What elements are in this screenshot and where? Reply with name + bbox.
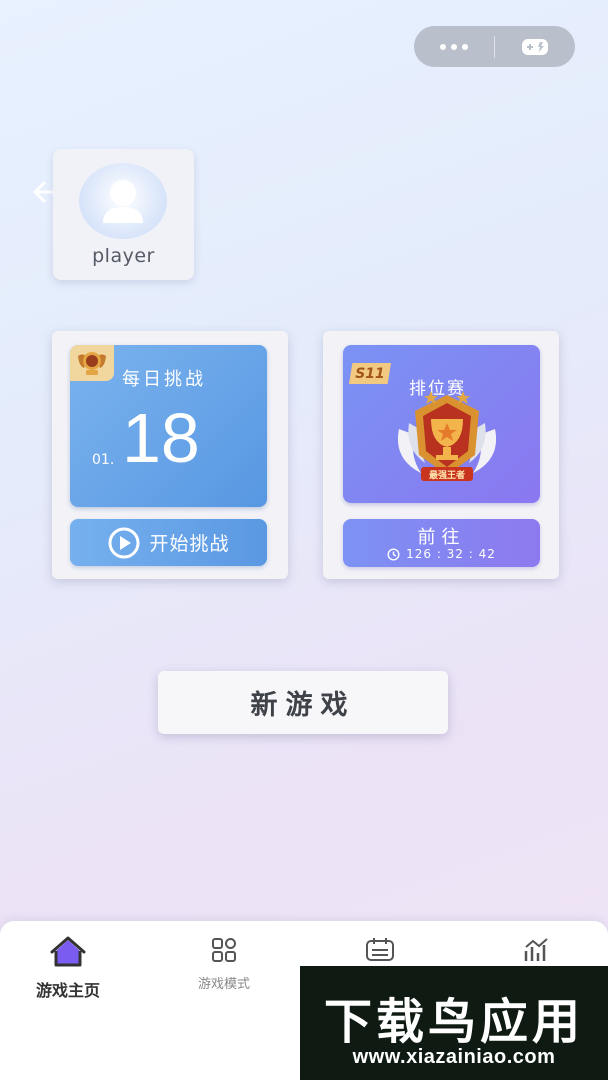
nav-home-label: 游戏主页 — [35, 981, 100, 1000]
watermark-brand: 下载鸟应用 — [323, 994, 584, 1050]
nav-item-modes[interactable]: 游戏模式 — [176, 935, 272, 992]
daily-month: 01. — [92, 452, 115, 468]
chart-icon — [524, 938, 548, 961]
mini-program-capsule — [414, 26, 575, 67]
more-dots-icon — [440, 43, 468, 50]
gamepad-icon — [522, 38, 548, 55]
medal-badge — [70, 345, 114, 381]
watermark: 下载鸟应用 www.xiazainiao.com — [300, 966, 608, 1080]
more-button[interactable] — [414, 26, 494, 67]
nav-modes-label: 游戏模式 — [197, 977, 250, 992]
profile-card[interactable]: player — [53, 149, 194, 280]
daily-challenge-card: 每日挑战 01. 18 开始挑战 — [52, 331, 288, 579]
medal-icon — [78, 352, 106, 375]
ranked-panel[interactable]: S11 排位赛 最强王者 — [343, 345, 540, 503]
go-button[interactable]: 前往 126 : 32 : 42 — [343, 519, 540, 567]
countdown-text: 126 : 32 : 42 — [406, 547, 496, 561]
grid-icon — [212, 938, 236, 962]
start-challenge-label: 开始挑战 — [149, 533, 230, 555]
calendar-icon — [366, 938, 394, 961]
nav-item-home[interactable]: 游戏主页 — [20, 935, 116, 1001]
daily-challenge-panel[interactable]: 每日挑战 01. 18 — [70, 345, 267, 507]
go-label: 前往 — [417, 527, 466, 548]
trophy-icon: 最强王者 — [397, 391, 497, 481]
game-center-button[interactable] — [495, 26, 575, 67]
new-game-button[interactable]: 新游戏 — [158, 671, 448, 734]
play-circle-icon — [108, 527, 140, 558]
daily-day: 18 — [122, 399, 200, 477]
avatar — [79, 163, 167, 239]
daily-challenge-title: 每日挑战 — [122, 369, 206, 390]
home-icon — [50, 936, 86, 967]
start-challenge-button[interactable]: 开始挑战 — [70, 519, 267, 566]
avatar-icon — [103, 180, 143, 223]
season-tag: S11 — [349, 363, 391, 384]
nav-item-stats[interactable] — [488, 935, 584, 969]
player-name: player — [92, 245, 155, 267]
nav-item-calendar[interactable] — [332, 935, 428, 969]
countdown-timer: 126 : 32 : 42 — [343, 547, 540, 561]
trophy-badge-text: 最强王者 — [429, 469, 465, 481]
watermark-url: www.xiazainiao.com — [352, 1046, 556, 1068]
ranked-card: S11 排位赛 最强王者 前往 126 : 32 : 42 — [323, 331, 559, 579]
clock-icon — [387, 547, 400, 561]
